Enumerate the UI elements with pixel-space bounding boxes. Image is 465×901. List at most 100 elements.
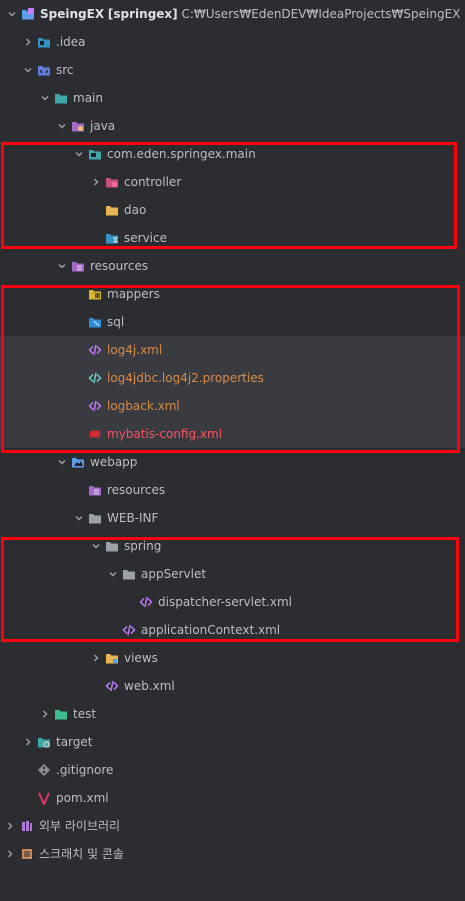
chevron-right-icon[interactable]	[22, 28, 34, 56]
dao-label: dao	[124, 203, 147, 217]
folder-icon	[88, 511, 102, 525]
tree-row-dao[interactable]: dao	[0, 196, 465, 224]
controller-label: controller	[124, 175, 182, 189]
chevron-down-icon[interactable]	[56, 112, 68, 140]
tree-row-external-libs[interactable]: 외부 라이브러리	[0, 812, 465, 840]
tree-row-package[interactable]: com.eden.springex.main	[0, 140, 465, 168]
gitignore-label: .gitignore	[56, 763, 114, 777]
chevron-down-icon[interactable]	[22, 56, 34, 84]
tree-row-mappers[interactable]: mappers	[0, 280, 465, 308]
tree-row-webinf[interactable]: WEB-INF	[0, 504, 465, 532]
tree-row-spring[interactable]: spring	[0, 532, 465, 560]
chevron-right-icon[interactable]	[22, 728, 34, 756]
chevron-down-icon[interactable]	[39, 84, 51, 112]
scratches-label: 스크래치 및 콘솔	[39, 847, 124, 861]
webapp-resources-label: resources	[107, 483, 166, 497]
tree-row-target[interactable]: target	[0, 728, 465, 756]
mybatis-label: mybatis-config.xml	[107, 427, 223, 441]
xml-file-icon	[139, 595, 153, 609]
service-folder-icon	[105, 231, 119, 245]
tree-row-mybatis[interactable]: mybatis-config.xml	[0, 420, 465, 448]
logback-label: logback.xml	[107, 399, 180, 413]
dispatcher-label: dispatcher-servlet.xml	[158, 595, 292, 609]
pom-label: pom.xml	[56, 791, 109, 805]
service-label: service	[124, 231, 167, 245]
chevron-down-icon[interactable]	[73, 140, 85, 168]
tree-row-controller[interactable]: controller	[0, 168, 465, 196]
chevron-right-icon[interactable]	[90, 644, 102, 672]
main-label: main	[73, 91, 103, 105]
chevron-down-icon[interactable]	[90, 532, 102, 560]
maven-icon	[37, 791, 51, 805]
resources-folder-icon	[71, 259, 85, 273]
tree-row-log4jdbc[interactable]: log4jdbc.log4j2.properties	[0, 364, 465, 392]
tree-row-pom[interactable]: pom.xml	[0, 784, 465, 812]
chevron-right-icon[interactable]	[4, 840, 16, 868]
src-folder-icon	[37, 63, 51, 77]
package-folder-icon	[88, 147, 102, 161]
folder-icon	[105, 539, 119, 553]
chevron-down-icon[interactable]	[56, 448, 68, 476]
mappers-folder-icon	[88, 287, 102, 301]
webxml-label: web.xml	[124, 679, 175, 693]
project-path: C:₩Users₩EdenDEV₩IdeaProjects₩SpeingEX	[181, 7, 461, 21]
target-label: target	[56, 735, 93, 749]
chevron-down-icon[interactable]	[107, 560, 119, 588]
sql-label: sql	[107, 315, 125, 329]
tree-row-webxml[interactable]: web.xml	[0, 672, 465, 700]
chevron-right-icon[interactable]	[90, 168, 102, 196]
tree-row-gitignore[interactable]: .gitignore	[0, 756, 465, 784]
chevron-right-icon[interactable]	[39, 700, 51, 728]
tree-row-idea[interactable]: .idea	[0, 28, 465, 56]
target-folder-icon	[37, 735, 51, 749]
module-folder-icon	[21, 7, 35, 21]
tree-row-resources[interactable]: resources	[0, 252, 465, 280]
folder-icon	[122, 567, 136, 581]
chevron-down-icon[interactable]	[56, 252, 68, 280]
tree-row-main[interactable]: main	[0, 84, 465, 112]
tree-row-sql[interactable]: sql	[0, 308, 465, 336]
sql-folder-icon	[88, 315, 102, 329]
project-name: SpeingEX	[40, 7, 105, 21]
tree-row-java[interactable]: java	[0, 112, 465, 140]
git-icon	[37, 763, 51, 777]
test-label: test	[73, 707, 97, 721]
xml-file-icon	[88, 399, 102, 413]
chevron-down-icon[interactable]	[6, 0, 18, 28]
tree-row-appcontext[interactable]: applicationContext.xml	[0, 616, 465, 644]
src-label: src	[56, 63, 74, 77]
tree-row-logback[interactable]: logback.xml	[0, 392, 465, 420]
library-icon	[20, 819, 34, 833]
appcontext-label: applicationContext.xml	[141, 623, 281, 637]
mappers-label: mappers	[107, 287, 160, 301]
tree-row-project-root[interactable]: SpeingEX [springex] C:₩Users₩EdenDEV₩Ide…	[0, 0, 465, 28]
folder-icon	[105, 203, 119, 217]
tree-row-service[interactable]: service	[0, 224, 465, 252]
xml-file-icon	[88, 343, 102, 357]
java-folder-icon	[71, 119, 85, 133]
chevron-right-icon[interactable]	[4, 812, 16, 840]
spring-label: spring	[124, 539, 162, 553]
tree-row-test[interactable]: test	[0, 700, 465, 728]
test-folder-icon	[54, 707, 68, 721]
mybatis-file-icon	[88, 427, 102, 441]
idea-folder-icon	[37, 35, 51, 49]
tree-row-dispatcher[interactable]: dispatcher-servlet.xml	[0, 588, 465, 616]
chevron-down-icon[interactable]	[73, 504, 85, 532]
resources-folder-icon	[88, 483, 102, 497]
idea-label: .idea	[56, 35, 86, 49]
web-folder-icon	[71, 455, 85, 469]
tree-row-scratches[interactable]: 스크래치 및 콘솔	[0, 840, 465, 868]
tree-row-webapp-resources[interactable]: resources	[0, 476, 465, 504]
source-folder-icon	[54, 91, 68, 105]
scratch-icon	[20, 847, 34, 861]
external-libs-label: 외부 라이브러리	[39, 819, 121, 833]
tree-row-webapp[interactable]: webapp	[0, 448, 465, 476]
tree-row-views[interactable]: views	[0, 644, 465, 672]
tree-row-log4j[interactable]: log4j.xml	[0, 336, 465, 364]
tree-row-appservlet[interactable]: appServlet	[0, 560, 465, 588]
package-label: com.eden.springex.main	[107, 147, 256, 161]
views-label: views	[124, 651, 158, 665]
tree-row-src[interactable]: src	[0, 56, 465, 84]
appservlet-label: appServlet	[141, 567, 207, 581]
